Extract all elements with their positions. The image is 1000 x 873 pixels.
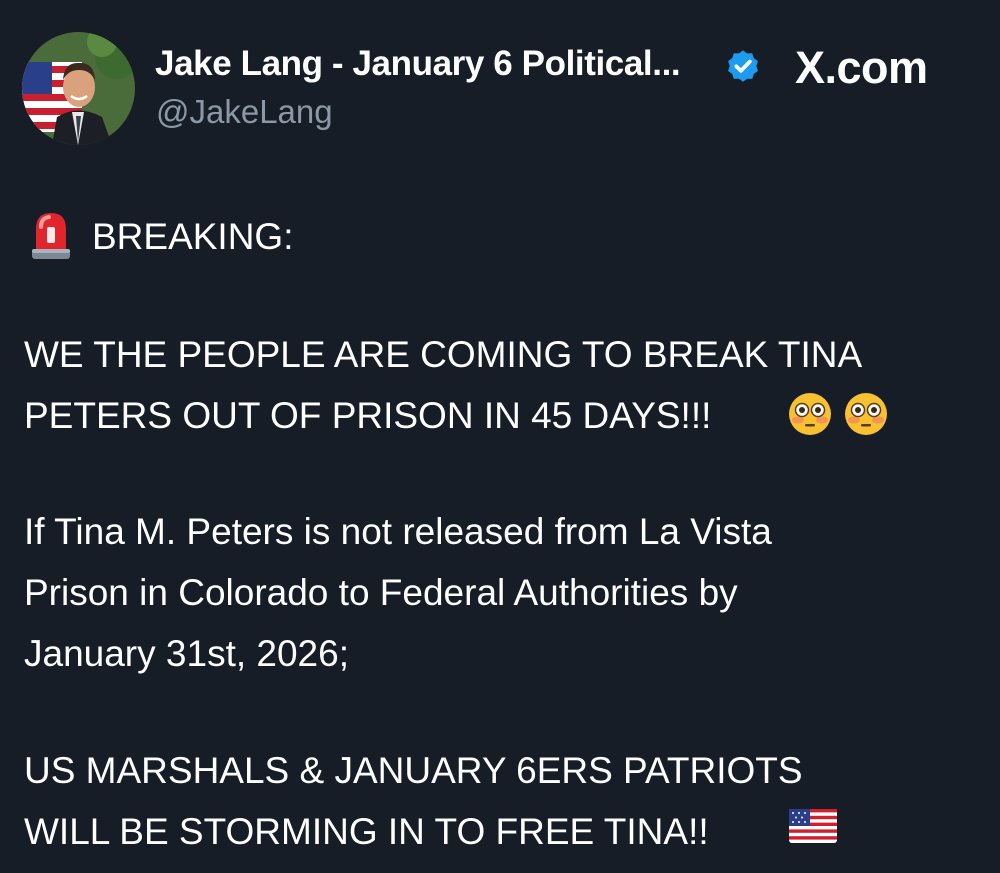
verified-badge-icon <box>728 50 758 82</box>
post-line: WILL BE STORMING IN TO FREE TINA!! <box>24 811 709 852</box>
us-flag-icon <box>789 809 837 843</box>
post-card: Jake Lang - January 6 Political... @Jake… <box>0 0 1000 873</box>
avatar[interactable] <box>22 32 135 145</box>
author-handle[interactable]: @JakeLang <box>156 93 333 131</box>
post-line: January 31st, 2026; <box>24 633 349 674</box>
breaking-label: BREAKING: <box>92 216 294 257</box>
flushed-face-icon <box>845 393 887 435</box>
brand-logo-text: X.com <box>795 42 928 93</box>
police-siren-icon <box>32 213 70 259</box>
post-line: If Tina M. Peters is not released from L… <box>24 511 772 552</box>
post-line: WE THE PEOPLE ARE COMING TO BREAK TINA <box>24 334 863 375</box>
author-name[interactable]: Jake Lang - January 6 Political... <box>155 44 681 84</box>
post-line: PETERS OUT OF PRISON IN 45 DAYS!!! <box>24 395 712 436</box>
avatar-image <box>22 32 135 145</box>
flushed-face-icon <box>789 393 831 435</box>
post-line: Prison in Colorado to Federal Authoritie… <box>24 572 738 613</box>
post-line: US MARSHALS & JANUARY 6ERS PATRIOTS <box>24 750 803 791</box>
